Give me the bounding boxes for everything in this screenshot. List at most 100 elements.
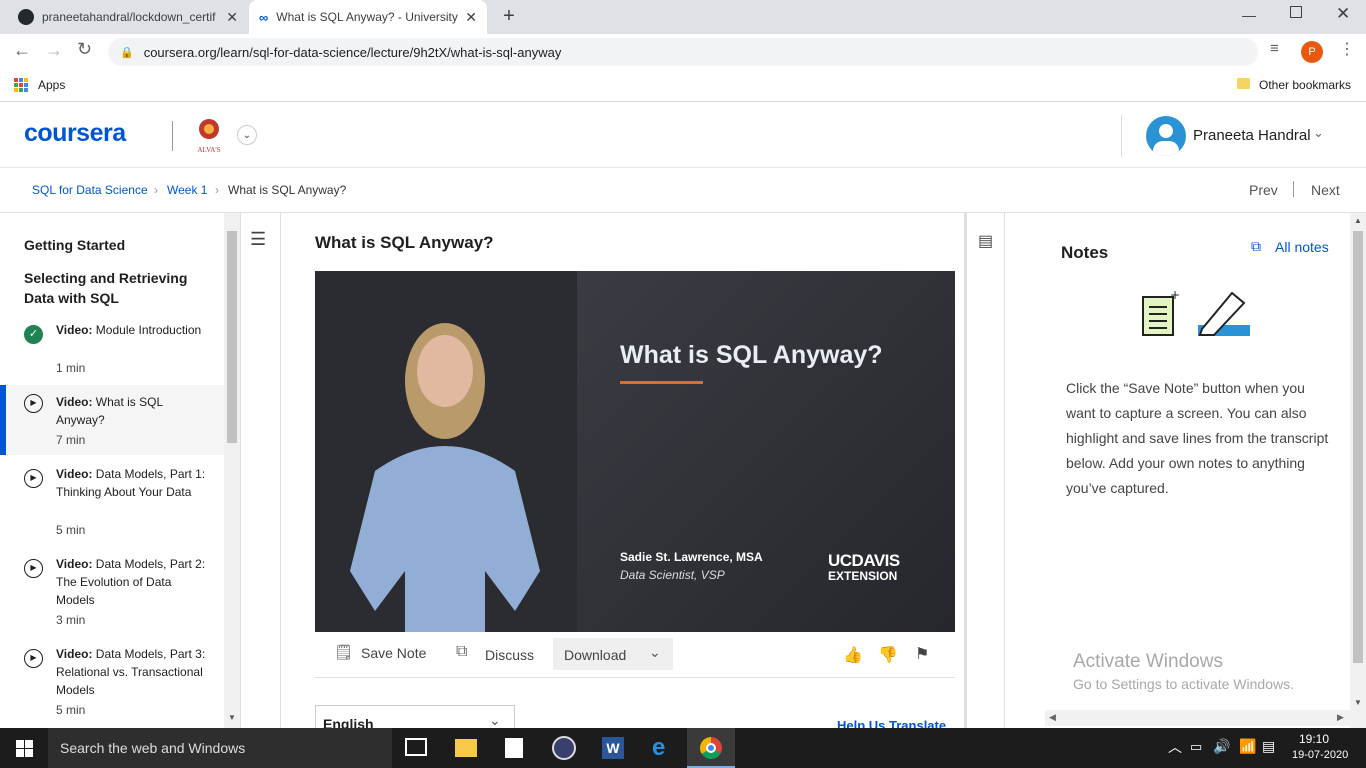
window-close-icon[interactable]: ✕ <box>1336 4 1350 24</box>
edge-icon[interactable]: e <box>652 734 665 762</box>
scroll-down-icon[interactable]: ▼ <box>1354 698 1362 707</box>
note-icon: 🗒 <box>334 644 354 661</box>
minimize-icon[interactable]: — <box>1242 7 1256 23</box>
course-outline-sidebar: Getting Started Selecting and Retrieving… <box>0 213 240 728</box>
menu-kebab-icon[interactable]: ⋮ <box>1339 39 1355 59</box>
user-menu-chevron-icon[interactable]: ⌄ <box>1313 125 1324 141</box>
github-icon <box>18 9 34 25</box>
slide-accent-line <box>620 381 703 384</box>
tab-coursera[interactable]: ∞ What is SQL Anyway? - University ✕ <box>249 0 487 34</box>
language-select[interactable]: English ⌄ <box>315 705 515 728</box>
task-view-icon[interactable] <box>405 738 427 756</box>
user-name[interactable]: Praneeta Handral <box>1193 127 1311 144</box>
media-control-icon[interactable]: ≡ <box>1270 40 1279 57</box>
apps-link[interactable]: Apps <box>38 78 65 92</box>
thumbs-down-icon[interactable]: 👎 <box>878 645 898 665</box>
video-action-bar: 🗒 Save Note ⧉ Discuss Download ⌄ 👍 👎 ⚑ <box>315 633 955 678</box>
save-note-button[interactable]: Save Note <box>361 645 426 661</box>
all-notes-link[interactable]: All notes <box>1275 239 1329 255</box>
section-heading[interactable]: Getting Started <box>24 237 125 253</box>
presenter-figure <box>350 323 540 632</box>
other-bookmarks-link[interactable]: Other bookmarks <box>1259 78 1351 92</box>
item-duration: 5 min <box>56 703 86 717</box>
word-icon[interactable]: W <box>602 737 624 759</box>
breadcrumb-week[interactable]: Week 1 <box>167 183 207 197</box>
breadcrumb-course[interactable]: SQL for Data Science <box>32 183 148 197</box>
list-item[interactable]: ▶ Video: Data Models, Part 3: Relational… <box>0 645 224 725</box>
outline-list-icon[interactable]: ☰ <box>250 229 266 250</box>
ucdavis-logo: UCDAVIS <box>828 551 900 570</box>
close-tab-icon[interactable]: ✕ <box>465 9 477 26</box>
user-avatar-icon[interactable] <box>1146 116 1186 156</box>
close-tab-icon[interactable]: ✕ <box>226 9 238 26</box>
list-item-active[interactable]: ▶ Video: What is SQL Anyway? 7 min <box>0 385 224 455</box>
scrollbar-thumb[interactable] <box>227 231 237 443</box>
page-title: What is SQL Anyway? <box>315 233 494 252</box>
thumbs-up-icon[interactable]: 👍 <box>843 645 863 665</box>
play-icon: ▶ <box>24 559 43 578</box>
site-header: coursera ALVA'S ⌄ Praneeta Handral ⌄ <box>0 103 1366 168</box>
address-bar[interactable]: 🔒 coursera.org/learn/sql-for-data-scienc… <box>108 38 1258 66</box>
wifi-icon[interactable]: 📶 <box>1239 738 1256 755</box>
breadcrumb-separator-icon: › <box>154 183 158 197</box>
tray-expand-icon[interactable]: ︿ <box>1168 737 1182 757</box>
coursera-logo[interactable]: coursera <box>24 119 126 148</box>
notes-description: Click the “Save Note” button when you wa… <box>1066 380 1329 496</box>
list-item[interactable]: ▶ Video: Data Models, Part 1: Thinking A… <box>0 465 224 545</box>
chevron-down-icon: ⌄ <box>649 644 661 660</box>
notes-heading: Notes <box>1061 243 1109 262</box>
notes-horizontal-scrollbar[interactable]: ◀ ▶ <box>1045 710 1350 726</box>
clock-date[interactable]: 19-07-2020 <box>1292 749 1348 761</box>
section-heading[interactable]: Selecting and Retrieving Data with SQL <box>24 268 214 308</box>
forward-icon[interactable]: → <box>45 40 63 61</box>
eclipse-icon[interactable] <box>552 736 576 760</box>
page-scrollbar[interactable]: ▲ ▼ <box>1350 213 1366 728</box>
discuss-button[interactable]: Discuss <box>485 647 534 663</box>
outline-rail: ☰ <box>240 213 281 728</box>
scroll-right-icon[interactable]: ▶ <box>1337 712 1344 723</box>
scrollbar-thumb[interactable] <box>1353 231 1363 663</box>
video-player[interactable]: What is SQL Anyway? Sadie St. Lawrence, … <box>315 271 955 632</box>
reload-icon[interactable]: ↻ <box>77 39 92 60</box>
tab-title: What is SQL Anyway? - University <box>276 10 458 24</box>
tab-github[interactable]: praneetahandral/lockdown_certif ✕ <box>8 0 248 34</box>
next-link[interactable]: Next <box>1311 182 1340 198</box>
list-item[interactable]: ✓ Video: Module Introduction 1 min <box>0 321 224 381</box>
profile-avatar[interactable]: P <box>1301 41 1323 63</box>
taskbar-search-box[interactable]: Search the web and Windows <box>48 728 392 768</box>
presenter-name: Sadie St. Lawrence, MSA <box>620 550 763 564</box>
tab-title: praneetahandral/lockdown_certif <box>42 10 216 24</box>
external-link-icon: ⧉ <box>1251 238 1261 254</box>
scroll-left-icon[interactable]: ◀ <box>1049 712 1056 723</box>
play-icon: ▶ <box>24 394 43 413</box>
back-icon[interactable]: ← <box>13 40 31 61</box>
coursera-favicon-icon: ∞ <box>259 9 269 25</box>
help-translate-link[interactable]: Help Us Translate <box>837 718 946 728</box>
sidebar-scrollbar[interactable]: ▼ <box>224 213 240 728</box>
clock-time[interactable]: 19:10 <box>1292 732 1336 746</box>
url-text: coursera.org/learn/sql-for-data-science/… <box>143 44 562 60</box>
partner-logo[interactable]: ALVA'S <box>194 117 224 154</box>
external-link-icon: ⧉ <box>456 643 468 660</box>
list-item[interactable]: ▶ Video: Data Models, Part 2: The Evolut… <box>0 555 224 635</box>
windows-start-icon[interactable] <box>16 740 33 757</box>
file-explorer-icon[interactable] <box>455 739 477 757</box>
header-divider <box>172 121 173 151</box>
action-center-icon[interactable]: ▤ <box>1262 738 1275 755</box>
restore-icon[interactable] <box>1290 6 1302 18</box>
prev-link[interactable]: Prev <box>1249 182 1278 198</box>
scroll-up-icon[interactable]: ▲ <box>1354 216 1362 225</box>
notes-panel: Notes ⧉ All notes + Click the “Save Note… <box>1045 213 1350 728</box>
chrome-taskbar-button[interactable] <box>687 728 735 768</box>
volume-icon[interactable]: 🔊 <box>1213 738 1230 755</box>
notes-rail: ▤ <box>964 213 1005 728</box>
battery-icon[interactable]: ▭ <box>1190 739 1202 755</box>
flag-icon[interactable]: ⚑ <box>915 644 929 664</box>
new-tab-button[interactable]: + <box>497 5 521 29</box>
notes-toggle-icon[interactable]: ▤ <box>978 231 993 251</box>
partner-dropdown-icon[interactable]: ⌄ <box>237 125 257 145</box>
scroll-down-icon[interactable]: ▼ <box>228 713 236 722</box>
store-icon[interactable] <box>505 738 523 758</box>
presenter-role: Data Scientist, VSP <box>620 568 725 582</box>
download-dropdown[interactable]: Download ⌄ <box>553 638 673 670</box>
